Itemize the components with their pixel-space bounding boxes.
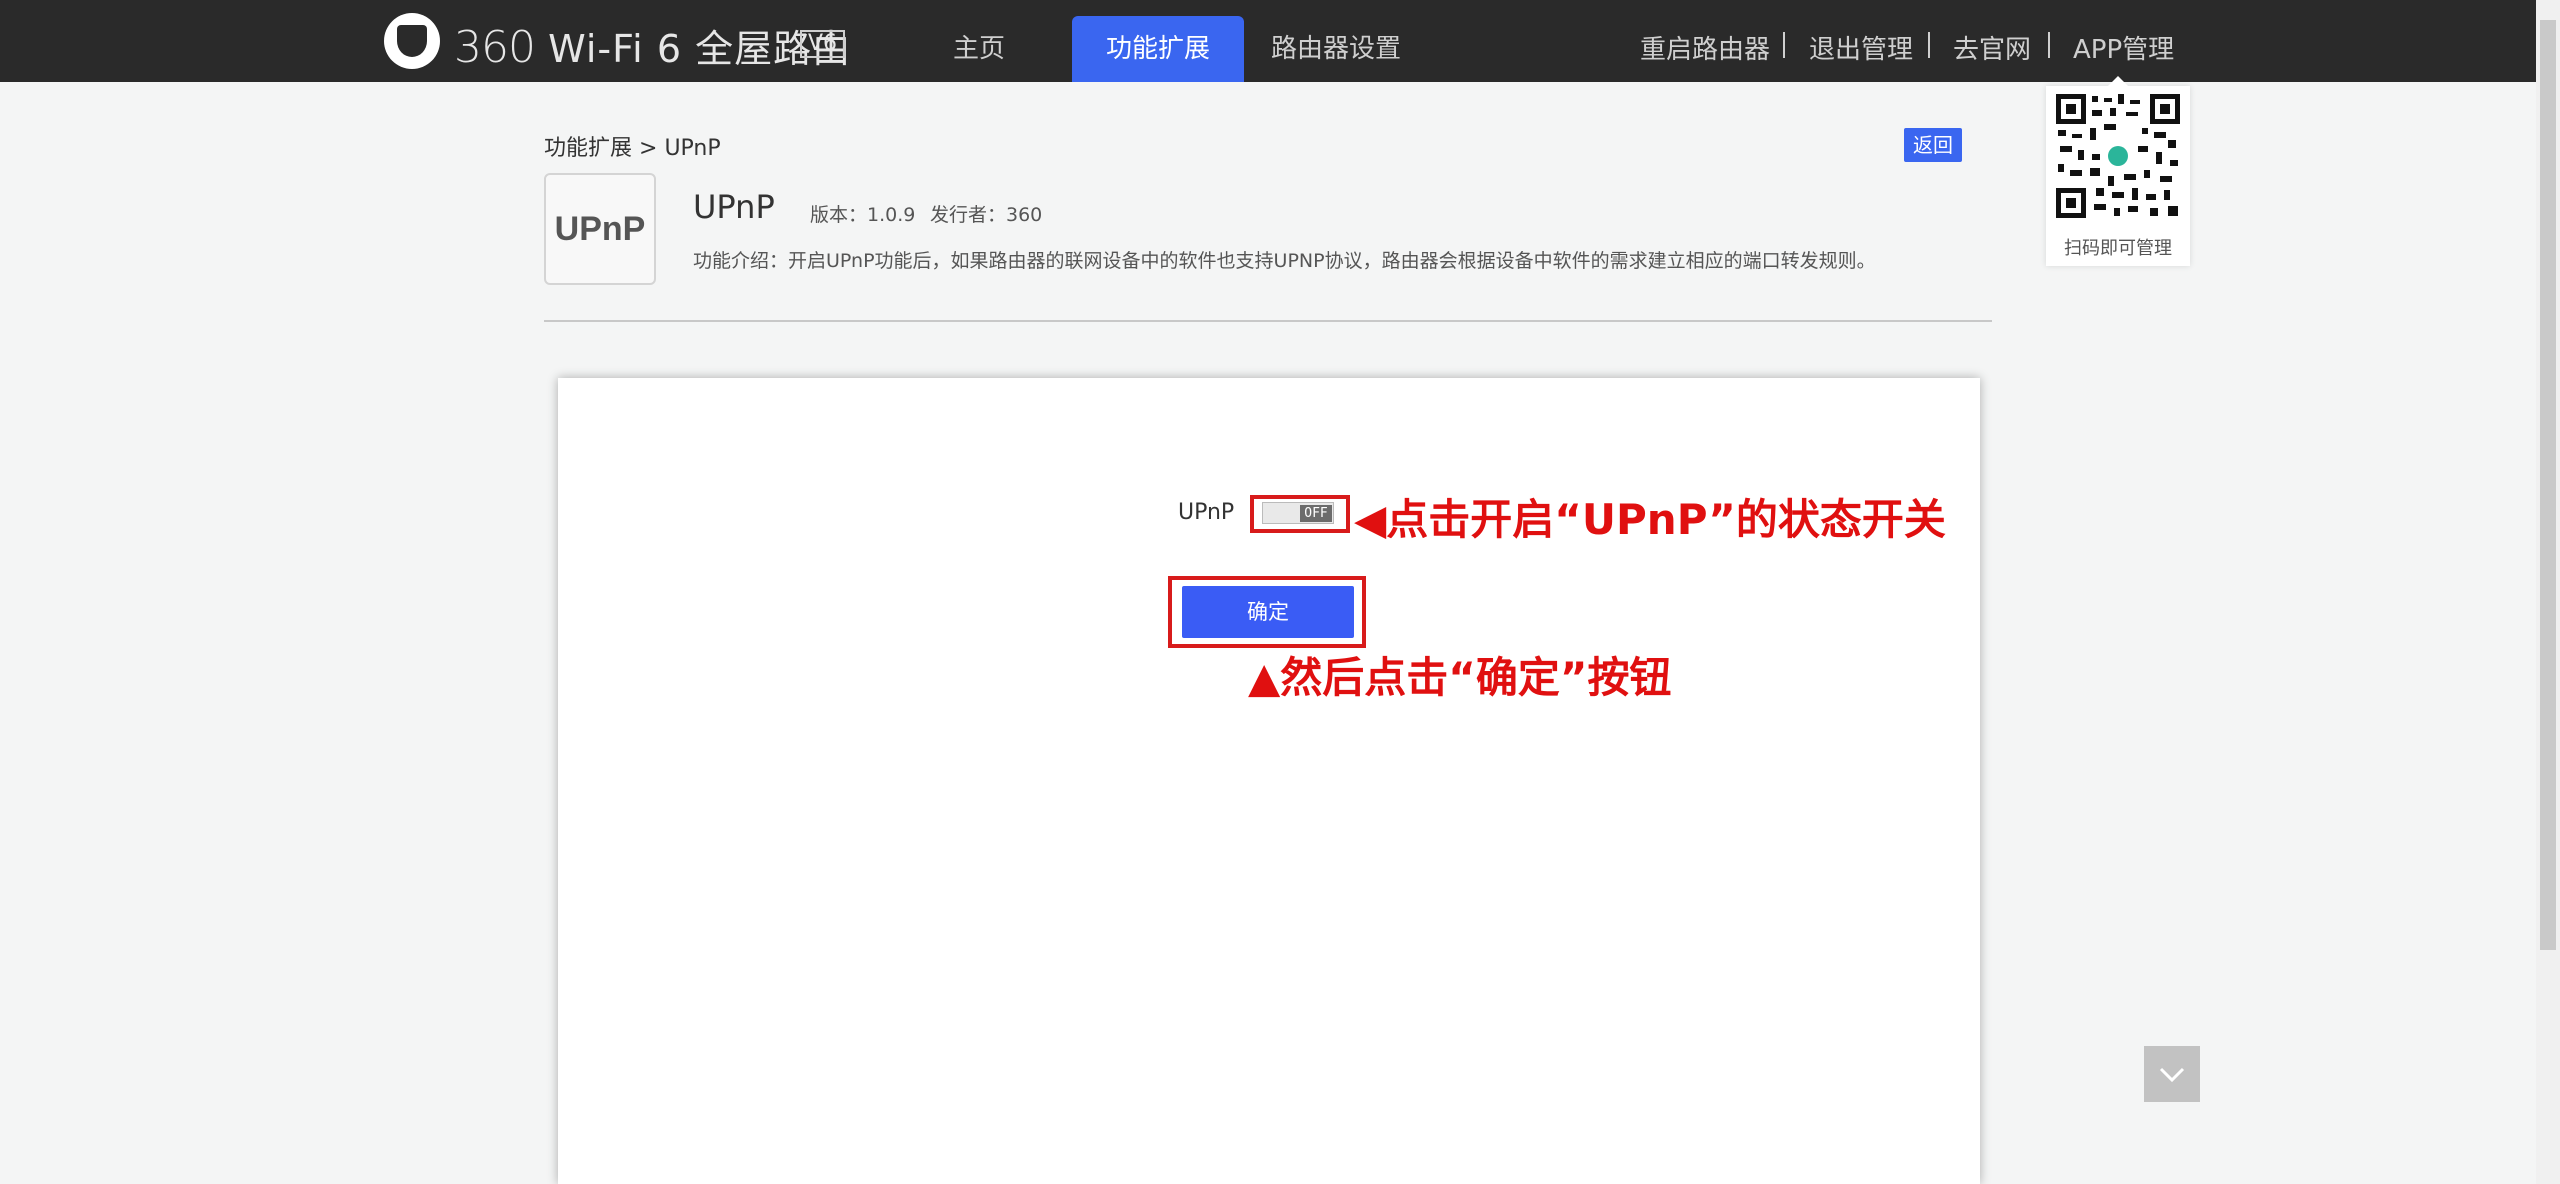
- qr-caption: 扫码即可管理: [2064, 238, 2172, 259]
- top-navigation-bar: 360 Wi-Fi 6 全屋路由 V6 主页 功能扩展 路由器设置 重启路由器 …: [0, 0, 2536, 82]
- breadcrumb: 功能扩展 > UPnP: [544, 130, 721, 162]
- shield-logo-icon: [384, 13, 440, 69]
- upnp-label: UPnP: [1178, 500, 1235, 525]
- nav-router-settings[interactable]: 路由器设置: [1264, 16, 1408, 82]
- nav-home[interactable]: 主页: [920, 16, 1038, 82]
- qr-popover: 扫码即可管理: [2046, 76, 2190, 266]
- app-title: UPnP: [693, 188, 775, 226]
- breadcrumb-current: UPnP: [664, 136, 721, 161]
- official-site-link[interactable]: 去官网: [1953, 30, 2031, 70]
- scroll-down-button[interactable]: [2144, 1046, 2200, 1102]
- link-separator: [1783, 32, 1785, 58]
- section-divider: [544, 320, 1992, 322]
- brand-name: 360 Wi-Fi 6 全屋路由: [454, 18, 851, 73]
- app-publisher: 发行者：360: [930, 204, 1043, 226]
- breadcrumb-separator: >: [639, 136, 658, 161]
- toggle-highlight-box: [1250, 495, 1350, 533]
- app-version: 版本：1.0.9: [810, 204, 916, 226]
- confirm-highlight-box: [1168, 576, 1366, 648]
- breadcrumb-parent[interactable]: 功能扩展: [544, 136, 632, 161]
- nav-feature-extensions[interactable]: 功能扩展: [1072, 16, 1244, 82]
- link-separator: [2048, 32, 2050, 58]
- upnp-app-icon: UPnP: [544, 173, 656, 285]
- version-badge: V6: [800, 30, 846, 58]
- brand-number: 360: [454, 22, 536, 73]
- app-description: 功能介绍：开启UPnP功能后，如果路由器的联网设备中的软件也支持UPNP协议，路…: [693, 250, 1876, 272]
- toggle-annotation: ◀点击开启“UPnP”的状态开关: [1354, 495, 1946, 544]
- logout-link[interactable]: 退出管理: [1809, 30, 1913, 70]
- chevron-down-icon: [2159, 1067, 2185, 1083]
- back-button[interactable]: 返回: [1904, 128, 1962, 162]
- confirm-annotation: ▲然后点击“确定”按钮: [1248, 653, 1672, 702]
- scrollbar-thumb[interactable]: [2540, 20, 2556, 950]
- restart-router-link[interactable]: 重启路由器: [1640, 30, 1770, 70]
- qr-code-icon: [2056, 94, 2180, 218]
- link-separator: [1928, 32, 1930, 58]
- app-management-link[interactable]: APP管理: [2073, 30, 2174, 70]
